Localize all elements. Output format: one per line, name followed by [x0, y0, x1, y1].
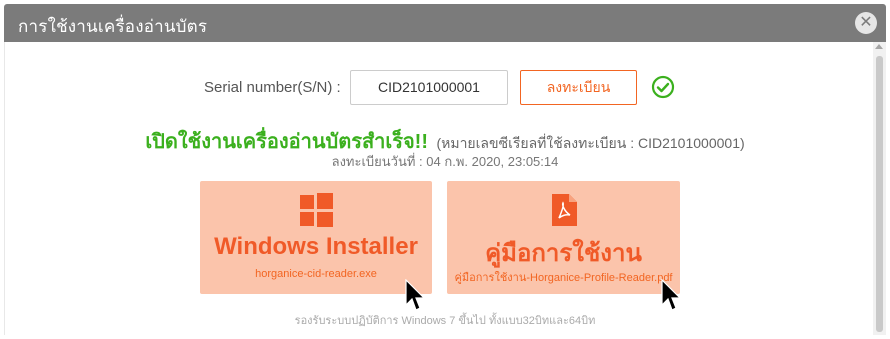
user-manual-download[interactable]: คู่มือการใช้งาน คู่มือการใช้งาน-Horganic… — [447, 181, 680, 294]
windows-installer-title: Windows Installer — [214, 233, 418, 260]
windows-installer-download[interactable]: Windows Installer horganice-cid-reader.e… — [200, 181, 432, 294]
registered-date: ลงทะเบียนวันที่ : 04 ก.พ. 2020, 23:05:14 — [331, 154, 559, 169]
register-button[interactable]: ลงทะเบียน — [520, 70, 637, 105]
dialog-titlebar: การใช้งานเครื่องอ่านบัตร ✕ — [4, 4, 886, 42]
scroll-up-arrow-icon[interactable] — [875, 44, 883, 49]
windows-installer-filename: horganice-cid-reader.exe — [255, 268, 377, 280]
mouse-pointer-icon — [661, 279, 682, 311]
pdf-file-icon — [551, 194, 577, 226]
serial-label: Serial number(S/N) : — [204, 79, 341, 96]
user-manual-filename: คู่มือการใช้งาน-Horganice-Profile-Reader… — [454, 272, 673, 284]
close-button[interactable]: ✕ — [855, 12, 877, 34]
serial-number-input[interactable]: CID2101000001 — [350, 70, 508, 105]
check-circle-icon — [651, 75, 675, 99]
dialog-title: การใช้งานเครื่องอ่านบัตร — [18, 17, 208, 36]
serial-row: Serial number(S/N) : CID2101000001 ลงทะเ… — [0, 70, 890, 106]
user-manual-title: คู่มือการใช้งาน — [485, 240, 642, 267]
close-icon: ✕ — [859, 14, 873, 31]
card-reader-dialog: การใช้งานเครื่องอ่านบัตร ✕ Serial number… — [0, 0, 890, 339]
windows-icon — [300, 193, 333, 227]
mouse-pointer-icon — [405, 279, 426, 311]
success-title: เปิดใช้งานเครื่องอ่านบัตรสำเร็จ!! — [145, 131, 428, 153]
os-support-note: รองรับระบบปฏิบัติการ Windows 7 ขึ้นไป ทั… — [294, 315, 596, 327]
serial-used-note: (หมายเลขซีเรียลที่ใช้ลงทะเบียน : CID2101… — [436, 135, 745, 151]
